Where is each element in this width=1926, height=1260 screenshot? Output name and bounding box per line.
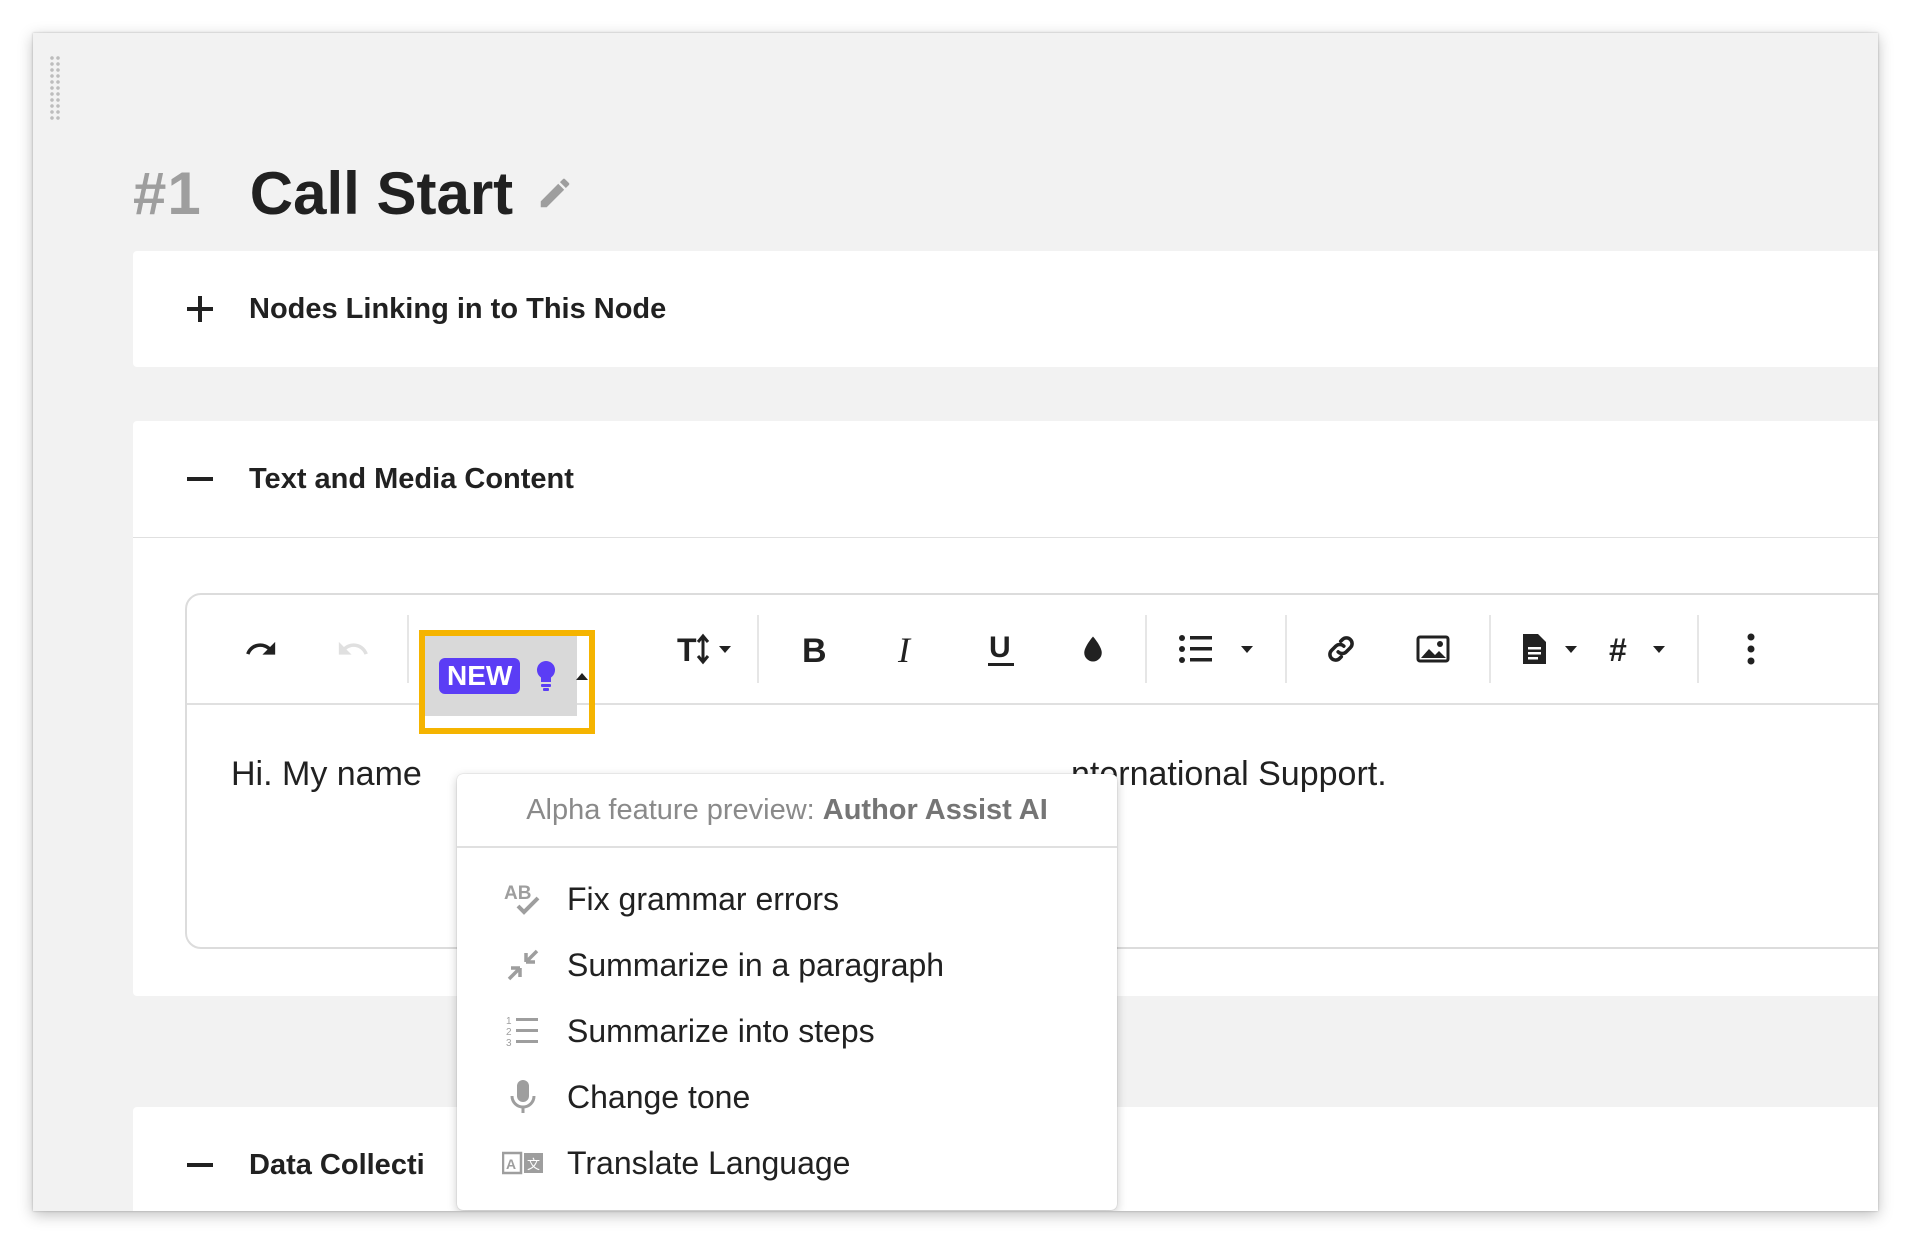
redo-icon[interactable] xyxy=(329,625,377,673)
image-icon[interactable] xyxy=(1409,625,1457,673)
menu-header-prefix: Alpha feature preview: xyxy=(526,793,815,826)
author-assist-menu: Alpha feature preview: Author Assist AI … xyxy=(457,774,1117,1210)
collapse-minus-icon[interactable] xyxy=(183,462,217,496)
link-icon[interactable] xyxy=(1317,625,1365,673)
menu-header-feature: Author Assist AI xyxy=(822,793,1048,826)
svg-text:U: U xyxy=(989,631,1011,664)
toolbar-separator xyxy=(1489,615,1491,683)
menu-item-label: Translate Language xyxy=(567,1144,851,1181)
panel-title-content: Text and Media Content xyxy=(249,462,574,495)
underline-icon[interactable]: U xyxy=(977,625,1025,673)
spellcheck-icon: AB xyxy=(501,877,545,921)
svg-text:AB: AB xyxy=(504,883,531,904)
numbered-list-icon: 123 xyxy=(501,1009,545,1053)
toolbar-separator xyxy=(1697,615,1699,683)
drag-handle-icon[interactable] xyxy=(49,55,61,121)
undo-icon[interactable] xyxy=(237,625,285,673)
author-assist-ai-button[interactable]: NEW xyxy=(425,636,589,716)
menu-item-change-tone[interactable]: Change tone xyxy=(457,1064,1117,1130)
color-drop-icon[interactable] xyxy=(1069,625,1117,673)
lightbulb-icon xyxy=(534,659,558,693)
app-window: #1 Call Start Nodes Linking in to This N… xyxy=(33,33,1878,1211)
panel-nodes-linking: Nodes Linking in to This Node xyxy=(133,251,1878,367)
node-title-row: #1 Call Start xyxy=(133,153,575,233)
node-number: #1 xyxy=(133,159,202,227)
menu-header: Alpha feature preview: Author Assist AI xyxy=(457,774,1117,848)
text-size-button[interactable]: T xyxy=(667,625,747,673)
svg-text:A: A xyxy=(506,1156,516,1172)
menu-item-label: Summarize into steps xyxy=(567,1012,875,1049)
page-title: Call Start xyxy=(249,159,514,227)
toolbar-separator xyxy=(1285,615,1287,683)
svg-text:I: I xyxy=(897,632,912,666)
svg-text:2: 2 xyxy=(506,1027,512,1038)
bullet-list-button[interactable] xyxy=(1177,625,1267,673)
hash-button[interactable]: # xyxy=(1609,625,1679,673)
menu-item-summarize-paragraph[interactable]: Summarize in a paragraph xyxy=(457,932,1117,998)
italic-icon[interactable]: I xyxy=(883,625,931,673)
menu-item-translate[interactable]: A文 Translate Language xyxy=(457,1130,1117,1196)
panel-title-linking: Nodes Linking in to This Node xyxy=(249,292,667,325)
menu-item-label: Change tone xyxy=(567,1078,751,1115)
editor-text-visible-right[interactable]: nternational Support. xyxy=(1071,755,1387,794)
compress-arrows-icon xyxy=(501,943,545,987)
menu-item-summarize-steps[interactable]: 123 Summarize into steps xyxy=(457,998,1117,1064)
svg-text:1: 1 xyxy=(506,1016,512,1027)
menu-item-label: Summarize in a paragraph xyxy=(567,946,945,983)
toolbar-separator xyxy=(757,615,759,683)
menu-item-fix-grammar[interactable]: AB Fix grammar errors xyxy=(457,866,1117,932)
panel-divider xyxy=(133,537,1878,538)
pencil-icon[interactable] xyxy=(535,173,575,213)
new-badge: NEW xyxy=(439,658,521,694)
caret-up-icon xyxy=(574,670,590,682)
more-vertical-icon[interactable] xyxy=(1727,625,1775,673)
translate-icon: A文 xyxy=(501,1141,545,1185)
toolbar-separator xyxy=(1145,615,1147,683)
panel-header-content[interactable]: Text and Media Content xyxy=(133,421,1878,537)
svg-text:T: T xyxy=(677,632,697,668)
svg-text:#: # xyxy=(1609,632,1627,666)
panel-header-linking[interactable]: Nodes Linking in to This Node xyxy=(133,251,1878,367)
microphone-icon xyxy=(501,1075,545,1119)
bold-icon[interactable]: B xyxy=(791,625,839,673)
svg-text:B: B xyxy=(802,632,827,666)
svg-text:文: 文 xyxy=(527,1158,540,1173)
panel-title-data: Data Collecti xyxy=(249,1148,425,1181)
editor-text-visible-left[interactable]: Hi. My name xyxy=(231,755,422,794)
collapse-minus-icon[interactable] xyxy=(183,1148,217,1182)
menu-item-label: Fix grammar errors xyxy=(567,880,840,917)
svg-text:3: 3 xyxy=(506,1038,512,1049)
document-button[interactable] xyxy=(1519,625,1589,673)
toolbar-separator xyxy=(407,615,409,683)
expand-plus-icon[interactable] xyxy=(183,292,217,326)
